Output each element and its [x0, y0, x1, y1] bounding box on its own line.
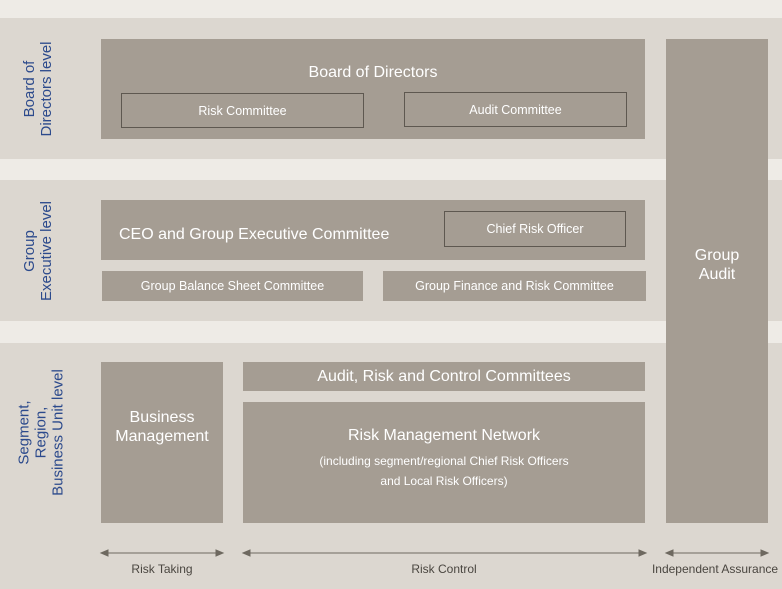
- rmn-title: Risk Management Network: [347, 427, 541, 444]
- rmn-subtitle-line: (including segment/regional Chief Risk O…: [319, 454, 569, 468]
- risk-committee-box: Risk Committee: [121, 93, 364, 128]
- axis-label-risk-control: Risk Control: [411, 562, 477, 576]
- business-management-label: Business Management: [101, 408, 223, 446]
- audit-committee-box: Audit Committee: [404, 92, 627, 127]
- rmn-subtitle: (including segment/regional Chief Risk O…: [243, 451, 645, 491]
- level-label-line: Segment,: [15, 400, 33, 465]
- chief-risk-officer-box: Chief Risk Officer: [444, 211, 626, 247]
- group-balance-sheet-committee-box: Group Balance Sheet Committee: [102, 271, 363, 301]
- group-audit-line: Audit: [698, 266, 736, 283]
- axis-label-risk-taking: Risk Taking: [131, 562, 193, 576]
- group-audit-label: Group Audit: [666, 246, 768, 284]
- group-audit-box: Group Audit: [666, 39, 768, 523]
- level-label-line: Group: [21, 230, 38, 272]
- ceo-title: CEO and Group Executive Committee: [119, 226, 390, 243]
- business-management-box: Business Management: [101, 362, 223, 523]
- level-label-line: Directors level: [38, 41, 55, 137]
- board-title: Board of Directors: [308, 64, 438, 81]
- business-management-line: Management: [115, 428, 209, 445]
- level-label-board: Board of Directors level: [21, 24, 55, 154]
- level-label-executive: Group Executive level: [21, 186, 55, 316]
- level-label-line: Board of: [21, 60, 38, 118]
- level-label-line: Executive level: [38, 200, 55, 302]
- level-label-line: Business Unit level: [49, 369, 67, 496]
- group-finance-risk-committee-box: Group Finance and Risk Committee: [383, 271, 646, 301]
- axis-label-independent-assurance: Independent Assurance: [651, 562, 779, 576]
- group-audit-line: Group: [694, 247, 740, 264]
- audit-risk-control-committees-box: Audit, Risk and Control Committees: [243, 362, 645, 391]
- level-label-line: Region,: [32, 406, 50, 459]
- risk-management-network-box: Risk Management Network (including segme…: [243, 402, 645, 523]
- level-label-segment: Segment, Region, Business Unit level: [16, 348, 67, 518]
- business-management-line: Business: [129, 409, 195, 426]
- rmn-subtitle-line: and Local Risk Officers): [380, 474, 508, 488]
